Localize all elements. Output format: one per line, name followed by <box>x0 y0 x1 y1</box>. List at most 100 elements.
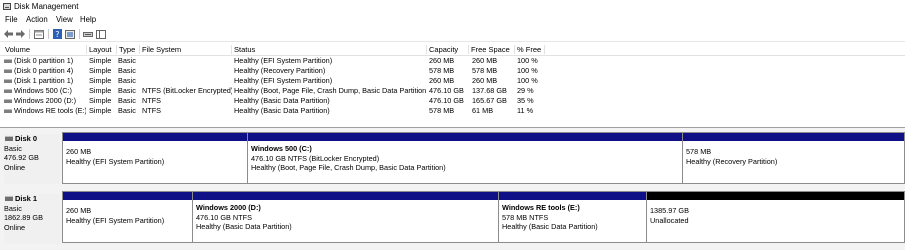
cell-type: Basic <box>118 56 136 65</box>
unallocated-block[interactable]: 1385.97 GB Unallocated <box>647 192 904 242</box>
properties-icon[interactable] <box>34 29 44 39</box>
column-header-type[interactable]: Type <box>116 45 139 54</box>
cell-capacity: 578 MB <box>429 66 455 75</box>
partition-color-bar <box>63 192 192 200</box>
disk-type: Basic <box>4 143 22 153</box>
partition-status: Healthy (Recovery Partition) <box>686 156 778 166</box>
partition-name: Windows 2000 (D:) <box>196 203 261 212</box>
column-header-capacity[interactable]: Capacity <box>426 45 468 54</box>
partition-size: 578 MB NTFS <box>502 212 549 222</box>
cell-status: Healthy (Basic Data Partition) <box>234 106 330 115</box>
partition-name: Windows 500 (C:) <box>251 144 312 153</box>
menu-view[interactable]: View <box>56 15 73 24</box>
partition-status: Healthy (Basic Data Partition) <box>196 222 292 231</box>
partition-name: Windows RE tools (E:) <box>502 203 580 212</box>
cell-file-system <box>142 76 232 86</box>
partition-block[interactable]: 578 MB Healthy (Recovery Partition) <box>683 133 904 183</box>
column-header-layout[interactable]: Layout <box>86 45 116 54</box>
partition-size: 578 MB <box>686 147 712 156</box>
cell-capacity: 260 MB <box>429 76 455 85</box>
cell-type: Basic <box>118 96 136 105</box>
cell-free-space: 260 MB <box>472 76 498 85</box>
partition-status: Healthy (EFI System Partition) <box>66 215 165 225</box>
partition-size: 260 MB <box>66 147 92 156</box>
column-header-volume[interactable]: Volume <box>3 45 85 54</box>
partition-status: Healthy (Boot, Page File, Crash Dump, Ba… <box>251 163 446 172</box>
table-row[interactable]: Windows RE tools (E:) Simple Basic NTFS … <box>0 106 905 116</box>
cell-layout: Simple <box>89 76 112 85</box>
cell-layout: Simple <box>89 56 112 65</box>
partition-status: Unallocated <box>650 215 689 225</box>
disk-icon <box>5 136 13 142</box>
partition-color-bar <box>63 133 247 141</box>
table-row[interactable]: (Disk 0 partition 1) Simple Basic Health… <box>0 56 905 66</box>
cell-type: Basic <box>118 66 136 75</box>
toolbar-separator <box>79 29 80 39</box>
table-row[interactable]: (Disk 0 partition 4) Simple Basic Health… <box>0 66 905 76</box>
cell-free-space: 260 MB <box>472 56 498 65</box>
volume-icon <box>4 79 12 83</box>
partition-block[interactable]: Windows 2000 (D:) 476.10 GB NTFS Healthy… <box>193 192 499 242</box>
cell-percent-free: 100 % <box>517 76 538 85</box>
disk-size: 476.92 GB <box>4 153 39 162</box>
menu-bar: File Action View Help <box>0 14 905 26</box>
disk-1-label[interactable]: Disk 1 Basic 1862.89 GB Online <box>4 194 60 244</box>
toolbar: ? <box>0 27 905 42</box>
cell-layout: Simple <box>89 86 112 95</box>
partition-block[interactable]: Windows 500 (C:) 476.10 GB NTFS (BitLock… <box>248 133 683 183</box>
volume-icon <box>4 69 12 73</box>
cell-status: Healthy (Basic Data Partition) <box>234 96 330 105</box>
table-row[interactable]: Windows 500 (C:) Simple Basic NTFS (BitL… <box>0 86 905 96</box>
column-header-percent-free[interactable]: % Free <box>514 45 544 54</box>
cell-status: Healthy (Boot, Page File, Crash Dump, Ba… <box>234 86 426 95</box>
partition-size: 476.10 GB NTFS <box>196 212 252 222</box>
disk-0-label[interactable]: Disk 0 Basic 476.92 GB Online <box>4 134 60 184</box>
console-icon[interactable] <box>65 29 75 39</box>
partition-block[interactable]: Windows RE tools (E:) 578 MB NTFS Health… <box>499 192 647 242</box>
cell-status: Healthy (Recovery Partition) <box>234 66 326 75</box>
column-header-free-space[interactable]: Free Space <box>468 45 514 54</box>
disk-status: Online <box>4 162 26 172</box>
menu-help[interactable]: Help <box>80 15 96 24</box>
settings-icon[interactable] <box>83 29 93 39</box>
cell-type: Basic <box>118 76 136 85</box>
cell-volume: Windows RE tools (E:) <box>14 106 86 115</box>
volume-list-header: Volume Layout Type File System Status Ca… <box>0 44 905 56</box>
cell-free-space: 61 MB <box>472 106 494 115</box>
cell-layout: Simple <box>89 66 112 75</box>
partition-status: Healthy (Basic Data Partition) <box>502 222 598 231</box>
table-row[interactable]: (Disk 1 partition 1) Simple Basic Health… <box>0 76 905 86</box>
cell-capacity: 476.10 GB <box>429 86 464 95</box>
cell-free-space: 578 MB <box>472 66 498 75</box>
cell-percent-free: 29 % <box>517 86 534 95</box>
view-icon[interactable] <box>96 29 106 39</box>
menu-file[interactable]: File <box>5 15 18 24</box>
back-arrow-icon[interactable] <box>3 29 13 39</box>
partition-block[interactable]: 260 MB Healthy (EFI System Partition) <box>63 192 193 242</box>
cell-volume: Windows 2000 (D:) <box>14 96 77 105</box>
table-row[interactable]: Windows 2000 (D:) Simple Basic NTFS Heal… <box>0 96 905 106</box>
disk-name: Disk 1 <box>15 194 38 203</box>
cell-capacity: 260 MB <box>429 56 455 65</box>
column-header-file-system[interactable]: File System <box>139 45 231 54</box>
volume-icon <box>4 99 12 103</box>
cell-volume: Windows 500 (C:) <box>14 86 72 95</box>
cell-status: Healthy (EFI System Partition) <box>234 56 333 65</box>
cell-layout: Simple <box>89 96 112 105</box>
forward-arrow-icon[interactable] <box>15 29 25 39</box>
partition-color-bar <box>683 133 904 141</box>
title-bar: Disk Management <box>0 0 905 14</box>
disk-1-partitions: 260 MB Healthy (EFI System Partition) Wi… <box>62 191 905 243</box>
cell-file-system: NTFS (BitLocker Encrypted) <box>142 86 232 95</box>
partition-status: Healthy (EFI System Partition) <box>66 156 165 166</box>
volume-icon <box>4 59 12 63</box>
cell-volume: (Disk 0 partition 1) <box>14 56 74 65</box>
volume-icon <box>4 89 12 93</box>
partition-block[interactable]: 260 MB Healthy (EFI System Partition) <box>63 133 248 183</box>
help-icon[interactable]: ? <box>52 29 62 39</box>
disk-status: Online <box>4 222 26 232</box>
partition-color-bar <box>193 192 498 200</box>
menu-action[interactable]: Action <box>26 15 48 24</box>
cell-free-space: 137.68 GB <box>472 86 507 95</box>
column-header-status[interactable]: Status <box>231 45 426 54</box>
